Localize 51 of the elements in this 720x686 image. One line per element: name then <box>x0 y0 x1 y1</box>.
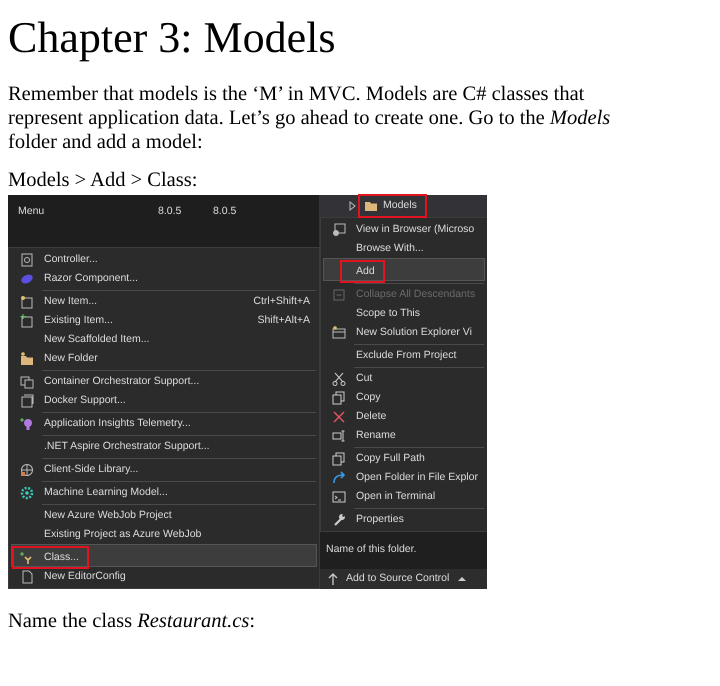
collapse-icon <box>332 288 346 302</box>
gear-icon <box>20 486 34 500</box>
property-description: Name of this folder. <box>326 543 416 555</box>
copy-icon <box>332 452 346 466</box>
version-cell-text: 8.0.5 <box>158 204 182 219</box>
menu-item[interactable]: Existing Project as Azure WebJob <box>11 525 317 544</box>
package-name: Menu <box>18 204 46 219</box>
menu-item[interactable]: Controller... <box>11 250 317 269</box>
paragraph: Models > Add > Class: <box>8 168 198 192</box>
container-icon <box>20 374 34 388</box>
menu-item[interactable]: Existing Item... Shift+Alt+A <box>11 311 317 330</box>
document-icon <box>20 252 34 266</box>
terminal-icon <box>332 490 346 504</box>
menu-item[interactable]: Open Folder in File Explor <box>323 468 485 487</box>
folder-icon <box>20 352 34 366</box>
window-icon <box>332 326 346 340</box>
version-cell-text: 8.0.5 <box>213 204 238 219</box>
menu-item[interactable]: New Solution Explorer Vi <box>323 323 485 342</box>
source-control-button[interactable]: Add to Source Control <box>320 569 487 589</box>
menu-item[interactable]: Scope to This <box>323 304 485 323</box>
menu-item[interactable]: Copy <box>323 388 485 407</box>
up-arrow-icon <box>326 572 340 586</box>
menu-item[interactable]: Docker Support... <box>11 391 317 410</box>
menu-item[interactable]: Razor Component... <box>11 269 317 288</box>
menu-item[interactable]: Delete <box>323 407 485 426</box>
menu-item[interactable]: Browse With... <box>323 239 485 258</box>
wrench-icon <box>332 512 346 526</box>
browser-icon <box>332 222 346 236</box>
menu-item[interactable]: New Scaffolded Item... <box>11 330 317 349</box>
scissors-icon <box>332 372 346 386</box>
delete-icon <box>332 410 346 424</box>
rename-icon <box>332 428 346 442</box>
globe-icon <box>20 462 34 476</box>
curved-arrow-icon <box>332 470 346 484</box>
menu-item[interactable]: Add <box>323 258 485 281</box>
paragraph: Name the class Restaurant.cs: <box>8 609 256 633</box>
menu-item[interactable]: View in Browser (Microso <box>323 220 485 239</box>
folder-icon <box>364 199 378 213</box>
existing-item-icon <box>20 314 34 328</box>
tree-item[interactable]: Models <box>320 195 487 217</box>
chapter-heading: Chapter 3: Models <box>8 16 337 60</box>
menu-item[interactable]: Open in Terminal <box>323 487 485 506</box>
new-item-icon <box>20 294 34 308</box>
file-icon <box>20 570 34 584</box>
paragraph: Remember that models is the ‘M’ in MVC. Models are C# classes that represent application data. Let’s go ahead to create one. Go to the Models folder and add a model: <box>8 82 612 154</box>
menu-item[interactable]: New EditorConfig <box>11 567 317 586</box>
copy-icon <box>332 390 346 404</box>
menu-item[interactable]: Rename <box>323 426 485 445</box>
menu-item[interactable]: Class... <box>11 544 317 567</box>
menu-item[interactable]: New Folder <box>11 349 317 368</box>
lightbulb-icon <box>20 416 34 430</box>
